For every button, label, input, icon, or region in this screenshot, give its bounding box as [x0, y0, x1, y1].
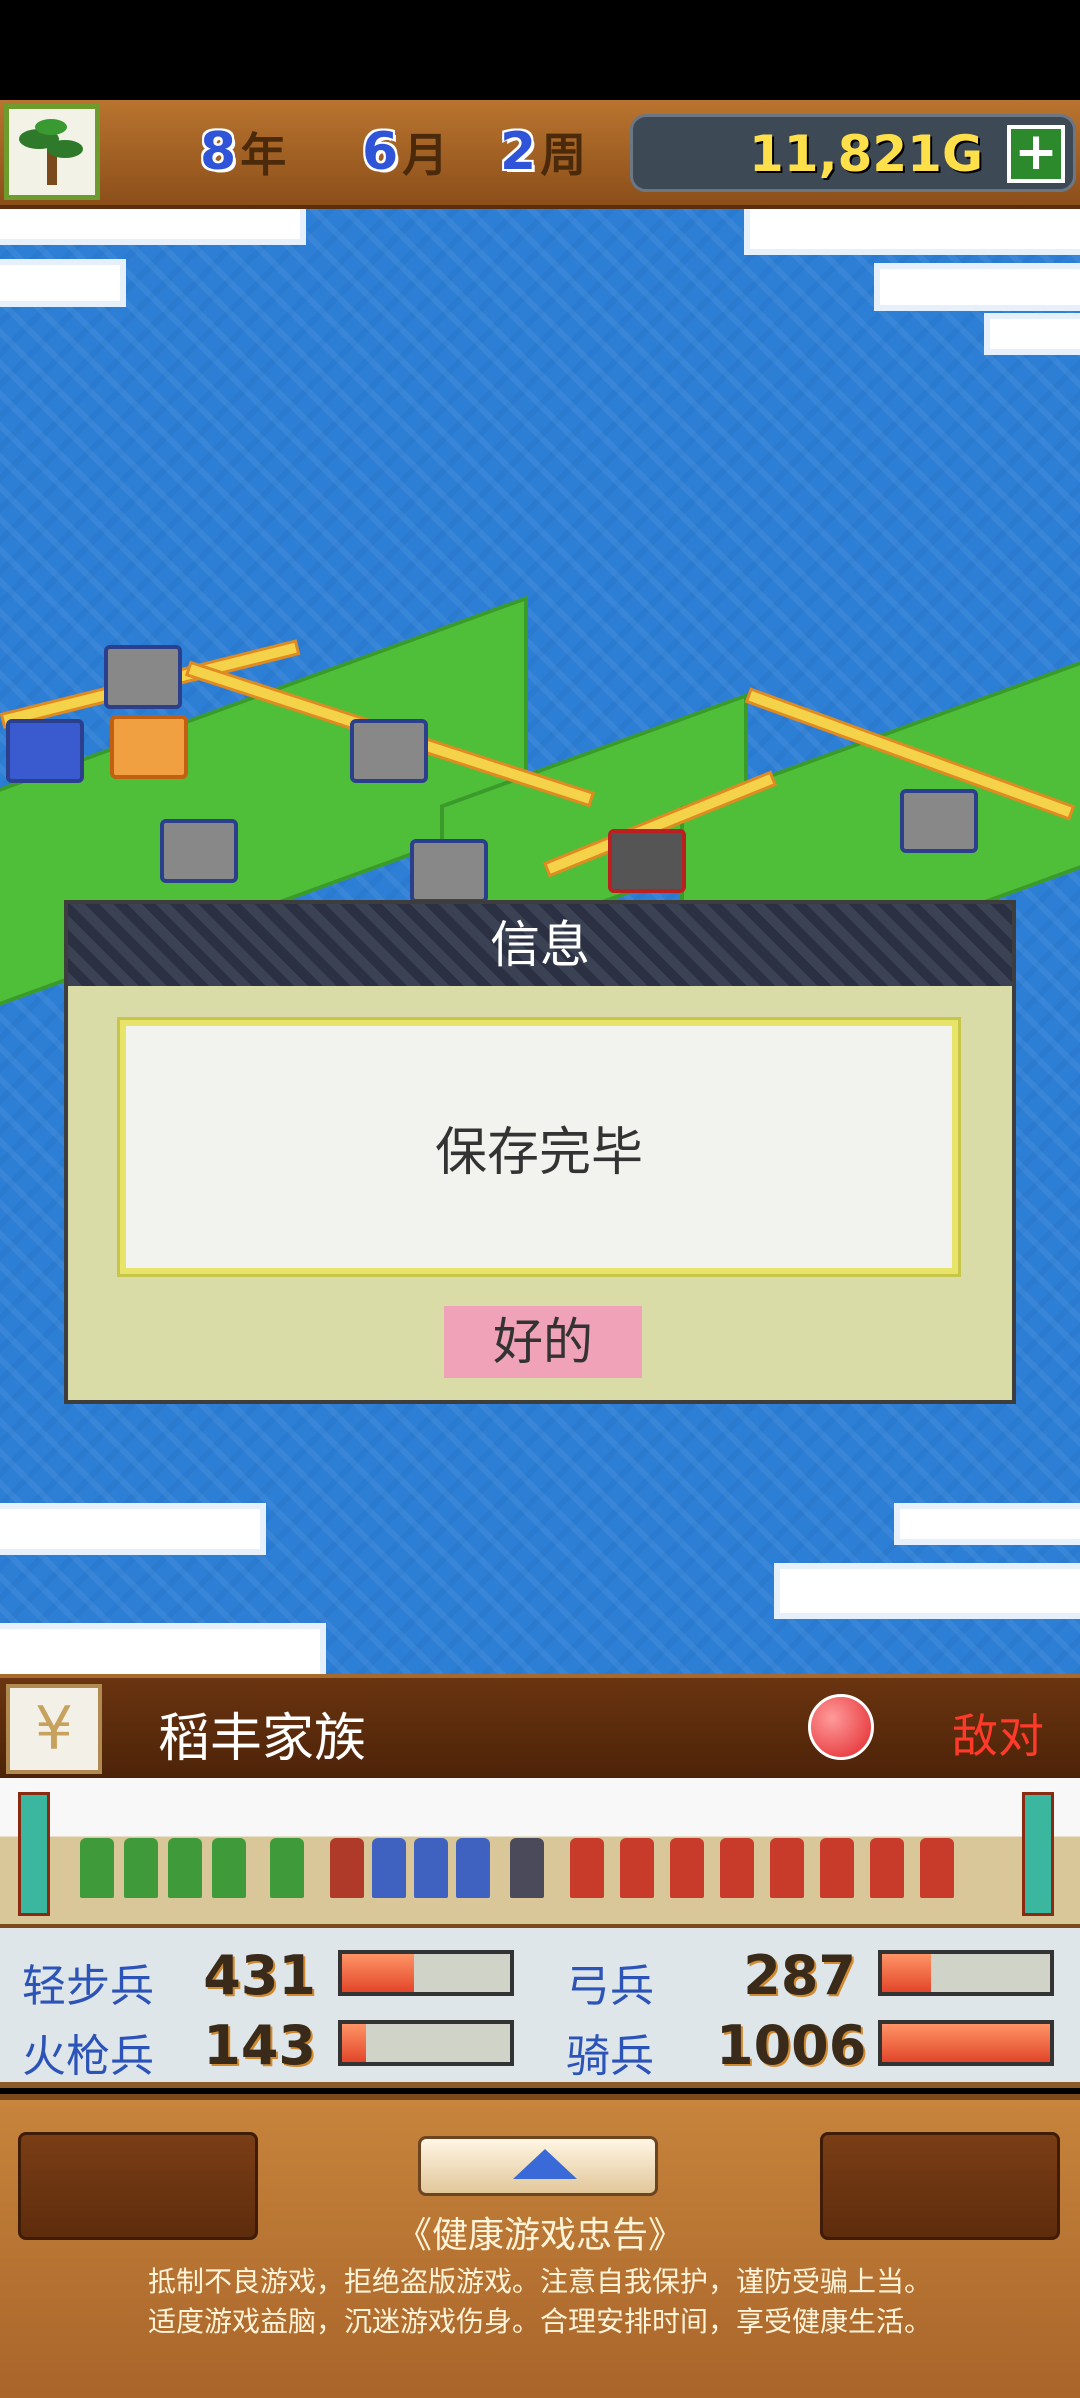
- cloud: [750, 209, 1080, 249]
- village-icon[interactable]: [410, 839, 488, 903]
- plus-icon[interactable]: +: [1007, 125, 1065, 183]
- expand-button[interactable]: [418, 2136, 658, 2196]
- date-week: 2 周: [500, 118, 586, 186]
- cavalry-unit: [920, 1838, 954, 1898]
- dialog-message: 保存完毕: [434, 1122, 643, 1183]
- cloud: [780, 1569, 1080, 1613]
- troop-stats: 轻步兵 431 弓兵 287 火枪兵 143 骑兵 1006: [0, 1928, 1080, 2088]
- dialog-message-box: 保存完毕: [117, 1017, 961, 1277]
- gunner-unit: [510, 1838, 544, 1898]
- light-infantry-unit: [212, 1838, 246, 1898]
- month-unit: 月: [402, 128, 449, 182]
- troop-bar-fill: [342, 1954, 415, 1992]
- health-notice-title: 《健康游戏忠告》: [395, 2215, 684, 2256]
- troop-bar-cavalry: [878, 2020, 1054, 2066]
- cloud: [0, 265, 120, 301]
- cavalry-unit: [870, 1838, 904, 1898]
- village-icon[interactable]: [104, 645, 182, 709]
- village-icon[interactable]: [900, 789, 978, 853]
- cavalry-unit: [670, 1838, 704, 1898]
- cloud: [0, 209, 300, 239]
- troop-bar-light-infantry: [338, 1950, 514, 1996]
- troop-bar-fill: [882, 2024, 1050, 2062]
- light-infantry-unit: [80, 1838, 114, 1898]
- ok-button[interactable]: 好的: [444, 1306, 642, 1378]
- info-dialog: 信息 保存完毕 好的: [64, 900, 1016, 1404]
- cavalry-unit: [570, 1838, 604, 1898]
- troop-label-archer: 弓兵: [566, 1961, 654, 2012]
- troop-count-archer: 287: [743, 1944, 856, 2007]
- cloud: [880, 269, 1080, 305]
- troop-bar-fill: [882, 1954, 931, 1992]
- bottom-panel: 《健康游戏忠告》 抵制不良游戏，拒绝盗版游戏。注意自我保护，谨防受骗上当。 适度…: [0, 2094, 1080, 2398]
- village-icon[interactable]: [160, 819, 238, 883]
- cavalry-unit: [620, 1838, 654, 1898]
- castle-icon[interactable]: [6, 719, 84, 783]
- enemy-castle-icon[interactable]: [608, 829, 686, 893]
- cloud: [0, 1509, 260, 1549]
- health-notice-line: 抵制不良游戏，拒绝盗版游戏。注意自我保护，谨防受骗上当。: [147, 2265, 932, 2298]
- week-unit: 周: [540, 128, 587, 182]
- year-unit: 年: [240, 128, 287, 182]
- light-infantry-unit: [270, 1838, 304, 1898]
- cavalry-unit: [820, 1838, 854, 1898]
- light-infantry-unit: [168, 1838, 202, 1898]
- village-icon[interactable]: [350, 719, 428, 783]
- banner-flag: [18, 1792, 50, 1916]
- angry-face-icon: [808, 1694, 874, 1760]
- gold-amount: 11,821G: [749, 125, 983, 183]
- cloud: [900, 1509, 1080, 1539]
- troop-label-cavalry: 骑兵: [566, 2031, 654, 2082]
- dialog-title: 信息: [68, 904, 1012, 986]
- year-number: 8: [200, 122, 237, 182]
- campfire-icon[interactable]: [110, 715, 188, 779]
- troop-count-light-infantry: 431: [203, 1944, 316, 2007]
- archer-unit: [456, 1838, 490, 1898]
- troop-bar-fill: [342, 2024, 366, 2062]
- top-hud: 8 年 6 月 2 周 11,821G +: [0, 100, 1080, 209]
- troop-label-light-infantry: 轻步兵: [22, 1961, 154, 2012]
- army-display: [0, 1778, 1080, 1928]
- week-number: 2: [500, 122, 537, 182]
- chevron-up-icon: [513, 2149, 577, 2179]
- archer-unit: [414, 1838, 448, 1898]
- relation-status: 敌对: [952, 1709, 1044, 1763]
- banner-flag: [1022, 1792, 1054, 1916]
- clan-name: 稻丰家族: [158, 1709, 367, 1769]
- cloud: [0, 1629, 320, 1674]
- status-bar: [0, 0, 1080, 100]
- wheat-icon: ¥: [6, 1684, 102, 1774]
- troop-count-gunner: 143: [203, 2014, 316, 2077]
- light-infantry-unit: [124, 1838, 158, 1898]
- cloud: [990, 319, 1080, 349]
- troop-count-cavalry: 1006: [716, 2014, 867, 2077]
- archer-unit: [372, 1838, 406, 1898]
- month-number: 6: [362, 122, 399, 182]
- shield-unit: [330, 1838, 364, 1898]
- troop-bar-gunner: [338, 2020, 514, 2066]
- troop-bar-archer: [878, 1950, 1054, 1996]
- date-month: 6 月: [362, 118, 448, 186]
- date-year: 8 年: [200, 118, 286, 186]
- troop-label-gunner: 火枪兵: [22, 2031, 154, 2082]
- gold-panel: 11,821G +: [630, 114, 1076, 192]
- cavalry-unit: [770, 1838, 804, 1898]
- cavalry-unit: [720, 1838, 754, 1898]
- bonsai-tree-icon[interactable]: [4, 104, 100, 200]
- clan-bar[interactable]: ¥ 稻丰家族 敌对: [0, 1674, 1080, 1778]
- health-notice-line: 适度游戏益脑，沉迷游戏伤身。合理安排时间，享受健康生活。: [147, 2305, 932, 2338]
